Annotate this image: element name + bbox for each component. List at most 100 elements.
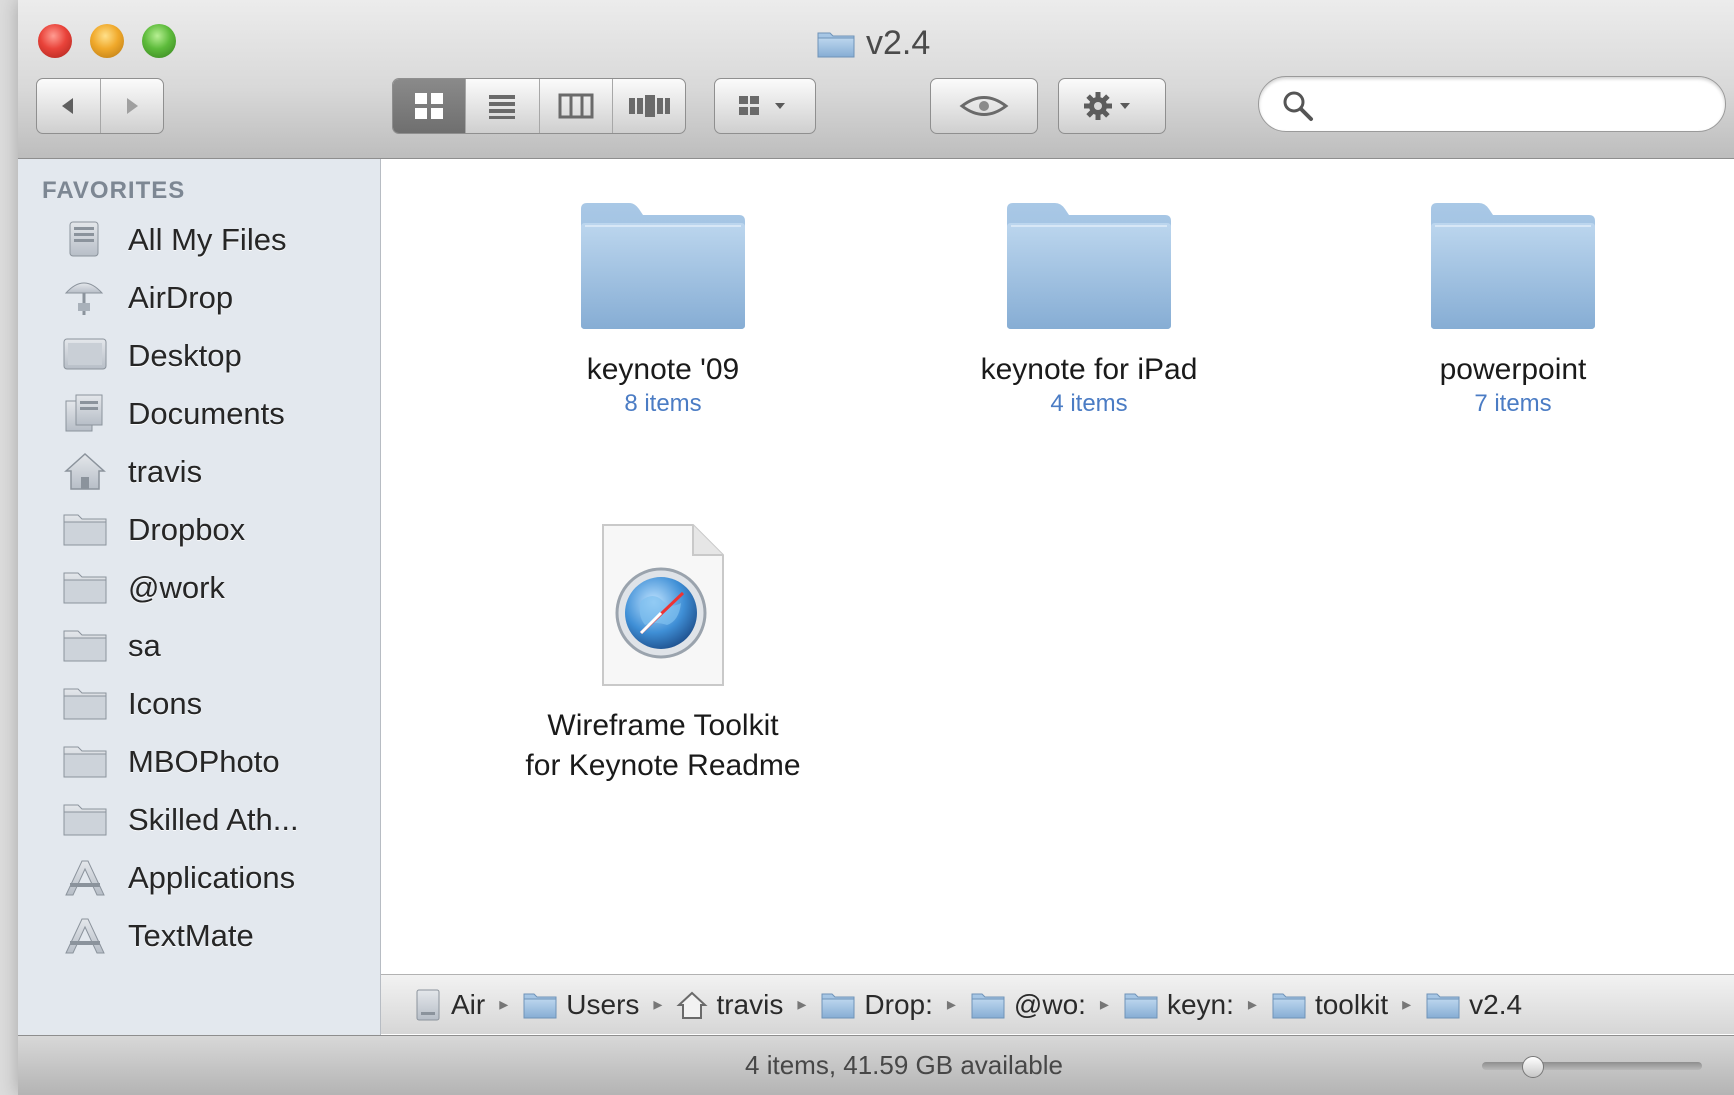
chevron-right-icon: ▸ [499, 994, 509, 1014]
sidebar-item-work[interactable]: @work [18, 559, 380, 615]
forward-button[interactable] [101, 79, 164, 133]
path-crumb[interactable]: keyn: [1123, 989, 1234, 1021]
quick-look-button[interactable] [930, 78, 1038, 134]
path-crumb[interactable]: Drop: [820, 988, 933, 1021]
path-crumb-label: Drop: [864, 988, 933, 1020]
sidebar-item-label: Icons [128, 686, 203, 721]
status-text: 4 items, 41.59 GB available [745, 1050, 1063, 1080]
sidebar-item-documents[interactable]: Documents [18, 385, 380, 441]
list-view-button[interactable] [466, 79, 540, 133]
sidebar-item-applications[interactable]: Applications [18, 849, 380, 905]
folder-item[interactable]: powerpoint 7 items [1343, 199, 1683, 418]
zoom-button[interactable] [142, 24, 176, 58]
window-title-text: v2.4 [866, 23, 931, 62]
window-title: v2.4 [816, 18, 930, 68]
search-field[interactable] [1258, 76, 1726, 132]
sidebar-item-label: TextMate [128, 918, 254, 953]
view-mode-control [392, 78, 686, 134]
path-crumb-label: Air [451, 988, 486, 1020]
all-files-icon [69, 221, 99, 257]
folder-icon [63, 746, 107, 778]
folder-icon [63, 688, 107, 720]
sidebar-item-textmate[interactable]: TextMate [18, 907, 380, 963]
folder-icon [1431, 203, 1595, 329]
folder-icon [63, 514, 107, 546]
folder-item-count: 4 items [1050, 390, 1128, 417]
sidebar-item-label: AirDrop [128, 280, 234, 315]
folder-item[interactable]: keynote for iPad 4 items [919, 199, 1259, 418]
folder-icon [971, 993, 1005, 1018]
icon-view-icon [415, 93, 444, 119]
back-forward-control [36, 78, 164, 134]
folder-name: keynote for iPad [980, 353, 1198, 386]
path-crumb-label: @wo: [1013, 988, 1086, 1020]
desktop-icon [63, 338, 107, 370]
path-bar: Air ▸ Users ▸ travis ▸ Drop: ▸ @wo: ▸ ke… [381, 974, 1734, 1034]
folder-icon [63, 630, 107, 662]
path-crumb-label: v2.4 [1469, 988, 1523, 1020]
search-icon [1283, 91, 1313, 121]
icon-size-slider[interactable] [1482, 1062, 1702, 1070]
action-menu-button[interactable] [1058, 78, 1166, 134]
sidebar-item-desktop[interactable]: Desktop [18, 327, 380, 383]
folder-icon [817, 32, 855, 58]
list-view-icon [489, 95, 516, 119]
path-crumb-label: travis [716, 988, 784, 1020]
close-button[interactable] [38, 24, 72, 58]
sidebar-section-header: FAVORITES [42, 177, 186, 204]
folder-icon [1272, 993, 1306, 1018]
sidebar-item-mbophoto[interactable]: MBOPhoto [18, 733, 380, 789]
back-arrow-icon [62, 98, 74, 114]
applications-icon [65, 918, 105, 954]
chevron-right-icon: ▸ [653, 994, 663, 1014]
folder-icon [1124, 993, 1158, 1018]
path-crumb-label: toolkit [1314, 988, 1389, 1020]
folder-icon [63, 804, 107, 836]
column-view-icon [558, 93, 594, 119]
folder-icon [581, 203, 745, 329]
chevron-right-icon: ▸ [1099, 994, 1109, 1014]
sidebar-item-airdrop[interactable]: AirDrop [18, 269, 380, 325]
path-crumb[interactable]: Air [413, 988, 485, 1022]
chevron-right-icon: ▸ [946, 994, 956, 1014]
path-crumb-label: keyn: [1166, 988, 1234, 1020]
document-name: Wireframe Toolkit for Keynote Readme [493, 706, 833, 786]
sidebar-item-label: All My Files [128, 222, 287, 257]
sidebar-item-icons[interactable]: Icons [18, 675, 380, 731]
path-crumb-label: Users [566, 988, 640, 1020]
document-name-line: Wireframe Toolkit [547, 709, 779, 742]
cover-flow-view-button[interactable] [613, 79, 685, 133]
documents-icon [65, 394, 103, 432]
icon-size-slider-knob[interactable] [1522, 1056, 1544, 1078]
sidebar-item-travis[interactable]: travis [18, 443, 380, 499]
applications-icon [65, 860, 105, 896]
sidebar-item-label: travis [128, 454, 203, 489]
sidebar: FAVORITES All My Files AirDrop Desktop D… [18, 159, 381, 1035]
status-bar: 4 items, 41.59 GB available [18, 1035, 1734, 1095]
home-icon [64, 452, 106, 490]
arrange-menu-button[interactable] [714, 78, 816, 134]
sidebar-item-dropbox[interactable]: Dropbox [18, 501, 380, 557]
path-crumb[interactable]: Users [522, 989, 639, 1021]
sidebar-item-sa[interactable]: sa [18, 617, 380, 673]
chevron-right-icon: ▸ [797, 994, 807, 1014]
chevron-right-icon: ▸ [1402, 994, 1412, 1014]
column-view-button[interactable] [540, 79, 613, 133]
sidebar-item-skilled-ath[interactable]: Skilled Ath... [18, 791, 380, 847]
search-input[interactable] [1325, 85, 1709, 123]
titlebar: v2.4 [18, 0, 1734, 159]
back-button[interactable] [37, 79, 101, 133]
icon-view-button[interactable] [393, 79, 467, 133]
path-crumb[interactable]: toolkit [1271, 989, 1388, 1021]
minimize-button[interactable] [90, 24, 124, 58]
document-item[interactable]: Wireframe Toolkit for Keynote Readme [493, 521, 833, 786]
forward-arrow-icon [126, 98, 138, 114]
sidebar-item-label: Applications [128, 860, 296, 895]
sidebar-item-all-my-files[interactable]: All My Files [18, 211, 380, 267]
path-crumb[interactable]: @wo: [970, 989, 1086, 1021]
path-crumb[interactable]: v2.4 [1425, 989, 1522, 1021]
folder-item[interactable]: keynote '09 8 items [493, 199, 833, 418]
file-browser-content: keynote '09 8 items keynote for iPad 4 i… [381, 159, 1734, 974]
path-crumb[interactable]: travis [676, 989, 783, 1021]
hard-drive-icon [416, 989, 440, 1020]
